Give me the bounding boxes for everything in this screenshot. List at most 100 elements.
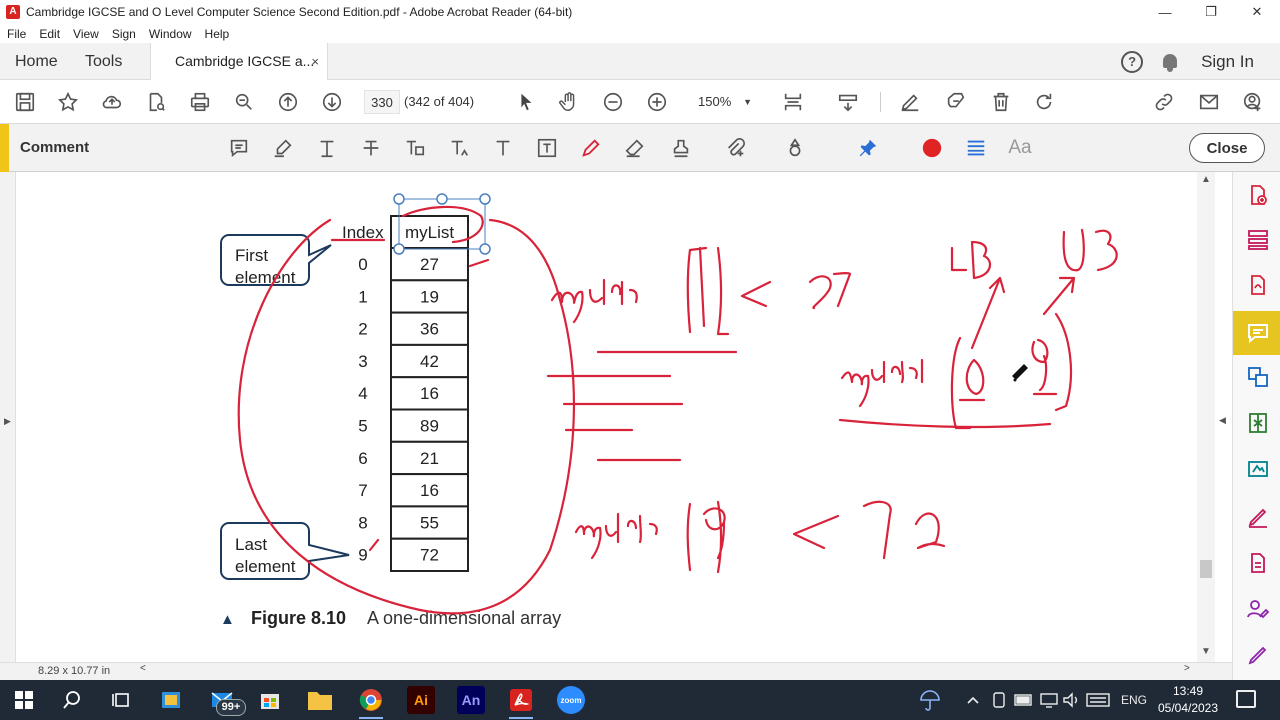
- tray-chevron-up-icon[interactable]: [966, 680, 980, 720]
- delete-icon[interactable]: [989, 90, 1013, 114]
- keyboard-icon[interactable]: [1086, 680, 1110, 720]
- menu-sign[interactable]: Sign: [105, 27, 142, 41]
- text-size-icon[interactable]: Aa: [1007, 136, 1033, 160]
- maximize-button[interactable]: ❐: [1188, 0, 1234, 24]
- tray-device-icon[interactable]: [992, 680, 1006, 720]
- replace-text-icon[interactable]: [402, 136, 428, 160]
- help-icon[interactable]: ?: [1121, 50, 1144, 73]
- menu-help[interactable]: Help: [198, 27, 236, 41]
- highlighter-icon[interactable]: [270, 136, 296, 160]
- file-explorer-app-icon[interactable]: [157, 686, 185, 714]
- scroll-right-icon[interactable]: >: [1184, 663, 1190, 674]
- search-icon[interactable]: [58, 686, 86, 714]
- tab-document[interactable]: Cambridge IGCSE a... ×: [150, 43, 328, 81]
- battery-icon[interactable]: [1014, 680, 1034, 720]
- zoom-search-icon[interactable]: [232, 90, 256, 114]
- hand-icon[interactable]: [557, 90, 581, 114]
- pin-icon[interactable]: [855, 136, 881, 160]
- next-page-icon[interactable]: [320, 90, 344, 114]
- ink-annotations[interactable]: [237, 205, 1118, 615]
- pen-cursor-icon: [1012, 364, 1028, 382]
- zoom-select[interactable]: 150% ▼: [690, 90, 756, 114]
- color-dot-icon[interactable]: [919, 136, 945, 160]
- scroll-left-icon[interactable]: <: [140, 663, 146, 674]
- edit-pdf-icon[interactable]: [1245, 456, 1271, 482]
- chrome-app-icon[interactable]: [357, 686, 385, 719]
- windows-start-icon[interactable]: [10, 686, 38, 714]
- row-index: 9: [358, 546, 367, 565]
- scroll-mode-icon[interactable]: [836, 90, 860, 114]
- scroll-thumb[interactable]: [1200, 560, 1212, 578]
- zoom-app-icon[interactable]: zoom: [557, 686, 585, 714]
- menu-file[interactable]: File: [0, 27, 32, 41]
- protect-icon[interactable]: [1245, 550, 1271, 576]
- attach-icon[interactable]: [722, 136, 748, 160]
- zoom-in-icon[interactable]: [645, 90, 669, 114]
- text-icon[interactable]: [314, 136, 340, 160]
- upload-icon[interactable]: [100, 90, 124, 114]
- link-icon[interactable]: [1152, 90, 1176, 114]
- store-app-icon[interactable]: [256, 686, 284, 714]
- acrobat-taskbar-icon[interactable]: [507, 686, 535, 719]
- comment-panel-icon[interactable]: [1245, 320, 1271, 346]
- stamp-icon[interactable]: [668, 136, 694, 160]
- mail-icon[interactable]: [1197, 90, 1221, 114]
- current-page-input[interactable]: 330: [364, 90, 400, 114]
- notification-icon[interactable]: [1236, 690, 1256, 708]
- line-weight-icon[interactable]: [963, 136, 989, 160]
- tab-home[interactable]: Home: [15, 43, 58, 80]
- network-icon[interactable]: [1040, 680, 1058, 720]
- rotate-icon[interactable]: [1032, 90, 1056, 114]
- page-fit-icon[interactable]: [781, 90, 805, 114]
- menu-window[interactable]: Window: [142, 27, 198, 41]
- folder-app-icon[interactable]: [306, 686, 334, 714]
- pen-edit-icon[interactable]: [898, 90, 922, 114]
- close-window-button[interactable]: ✕: [1234, 0, 1280, 24]
- add-person-icon[interactable]: [1241, 90, 1265, 114]
- select-arrow-icon[interactable]: [514, 90, 538, 114]
- save-icon[interactable]: [13, 90, 37, 114]
- create-pdf-icon[interactable]: [1245, 182, 1271, 208]
- fill-sign-icon[interactable]: [944, 90, 968, 114]
- export-pdf-icon[interactable]: [1245, 272, 1271, 298]
- task-view-icon[interactable]: [106, 686, 134, 714]
- scroll-down-icon[interactable]: ▼: [1201, 646, 1211, 657]
- convert-icon[interactable]: [1245, 364, 1271, 390]
- close-comment-button[interactable]: Close: [1189, 133, 1265, 163]
- file-search-icon[interactable]: [144, 90, 168, 114]
- weather-icon[interactable]: [918, 680, 942, 720]
- illustrator-app-icon[interactable]: Ai: [407, 686, 435, 714]
- sign-in-button[interactable]: Sign In: [1201, 52, 1254, 72]
- right-panel-collapse-icon[interactable]: ◀: [1219, 415, 1226, 426]
- system-clock[interactable]: 13:49 05/04/2023: [1148, 683, 1228, 717]
- add-text-icon[interactable]: [490, 136, 516, 160]
- volume-icon[interactable]: [1062, 680, 1080, 720]
- organize-pages-icon[interactable]: [1245, 227, 1271, 253]
- zoom-out-icon[interactable]: [601, 90, 625, 114]
- shapes-icon[interactable]: [782, 136, 808, 160]
- request-sign-icon[interactable]: [1245, 596, 1271, 622]
- bell-icon[interactable]: [1161, 52, 1179, 72]
- eraser-icon[interactable]: [622, 136, 648, 160]
- star-icon[interactable]: [56, 90, 80, 114]
- sticky-note-icon[interactable]: [226, 136, 252, 160]
- more-tools-icon[interactable]: [1245, 642, 1271, 668]
- minimize-button[interactable]: —: [1142, 0, 1188, 24]
- close-tab-icon[interactable]: ×: [311, 43, 319, 80]
- menu-edit[interactable]: Edit: [32, 27, 66, 41]
- prev-page-icon[interactable]: [276, 90, 300, 114]
- fill-sign-panel-icon[interactable]: [1245, 504, 1271, 530]
- text-box-icon[interactable]: [534, 136, 560, 160]
- print-icon[interactable]: [188, 90, 212, 114]
- compress-icon[interactable]: [1245, 410, 1271, 436]
- language-indicator[interactable]: ENG: [1121, 680, 1147, 720]
- insert-text-icon[interactable]: [446, 136, 472, 160]
- document-viewport[interactable]: ▶ First element Last element Index myLis…: [0, 172, 1232, 662]
- menu-view[interactable]: View: [66, 27, 105, 41]
- strikethrough-icon[interactable]: [358, 136, 384, 160]
- scroll-up-icon[interactable]: ▲: [1201, 174, 1211, 185]
- animate-app-icon[interactable]: An: [457, 686, 485, 714]
- pencil-icon[interactable]: [578, 136, 604, 160]
- tab-tools[interactable]: Tools: [85, 43, 122, 80]
- vertical-scrollbar[interactable]: ▲ ▼: [1197, 172, 1215, 662]
